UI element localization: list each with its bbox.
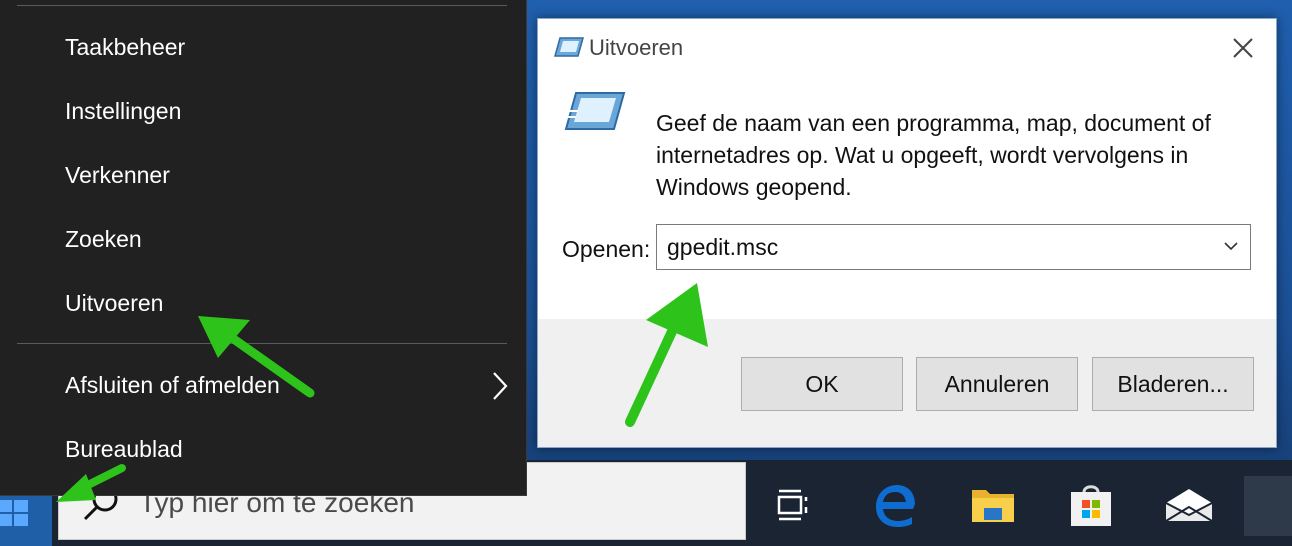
task-view-icon bbox=[777, 489, 808, 521]
file-explorer-icon bbox=[972, 490, 1014, 522]
menu-item-label: Afsluiten of afmelden bbox=[65, 372, 280, 398]
task-view-button[interactable] bbox=[766, 478, 820, 532]
title-bar[interactable]: Uitvoeren bbox=[538, 19, 1276, 77]
mail-taskbar-button[interactable] bbox=[1162, 478, 1216, 532]
run-icon bbox=[554, 37, 584, 57]
power-user-menu: Taakbeheer Instellingen Verkenner Zoeken… bbox=[0, 0, 527, 496]
menu-item-taakbeheer[interactable]: Taakbeheer bbox=[0, 20, 527, 76]
file-explorer-taskbar-button[interactable] bbox=[966, 478, 1020, 532]
dialog-description: Geef de naam van een programma, map, doc… bbox=[656, 110, 1211, 200]
menu-item-zoeken[interactable]: Zoeken bbox=[0, 212, 527, 268]
menu-item-verkenner[interactable]: Verkenner bbox=[0, 148, 527, 204]
menu-item-instellingen[interactable]: Instellingen bbox=[0, 84, 527, 140]
cancel-button[interactable]: Annuleren bbox=[916, 357, 1078, 411]
menu-item-label: Instellingen bbox=[65, 98, 182, 124]
menu-item-bureaublad[interactable]: Bureaublad bbox=[0, 422, 527, 478]
open-combobox[interactable]: gpedit.msc bbox=[656, 224, 1251, 270]
edge-icon bbox=[876, 485, 915, 527]
menu-separator bbox=[17, 343, 507, 344]
chevron-down-icon[interactable] bbox=[1222, 237, 1240, 255]
store-taskbar-button[interactable] bbox=[1064, 478, 1118, 532]
dialog-title: Uitvoeren bbox=[589, 35, 684, 60]
ok-button[interactable]: OK bbox=[741, 357, 903, 411]
menu-item-label: Taakbeheer bbox=[65, 34, 186, 60]
menu-item-afsluiten[interactable]: Afsluiten of afmelden bbox=[0, 358, 527, 414]
browse-button[interactable]: Bladeren... bbox=[1092, 357, 1254, 411]
menu-item-label: Verkenner bbox=[65, 162, 170, 188]
run-icon bbox=[564, 92, 626, 130]
menu-item-label: Zoeken bbox=[65, 226, 142, 252]
menu-separator bbox=[17, 5, 507, 6]
open-label: Openen: bbox=[562, 236, 651, 262]
mail-icon bbox=[1165, 489, 1213, 522]
run-dialog: Uitvoeren Geef de naam van een programma… bbox=[537, 18, 1277, 448]
edge-taskbar-button[interactable] bbox=[868, 478, 922, 532]
store-icon bbox=[1071, 485, 1111, 526]
open-input-value[interactable]: gpedit.msc bbox=[667, 234, 778, 261]
menu-item-label: Bureaublad bbox=[65, 436, 183, 462]
menu-item-uitvoeren[interactable]: Uitvoeren bbox=[0, 276, 527, 332]
windows-logo-icon bbox=[0, 500, 28, 526]
start-button[interactable] bbox=[0, 488, 52, 546]
close-icon[interactable] bbox=[1228, 33, 1258, 63]
taskbar-app-button[interactable] bbox=[1244, 476, 1292, 536]
chevron-right-icon bbox=[493, 372, 508, 400]
menu-item-label: Uitvoeren bbox=[65, 290, 164, 316]
